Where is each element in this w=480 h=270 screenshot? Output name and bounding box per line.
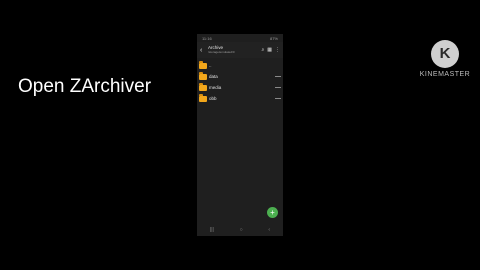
status-battery: 87% bbox=[269, 35, 278, 41]
status-time: 11:16 bbox=[202, 35, 212, 41]
folder-info bbox=[275, 76, 281, 77]
video-caption: Open ZArchiver bbox=[18, 76, 152, 97]
watermark-text: KINEMASTER bbox=[419, 71, 471, 78]
folder-icon bbox=[199, 72, 207, 80]
folder-info bbox=[275, 98, 281, 99]
app-bar: ‹ Archive /storage/emulated/0 ⌕ ▦ ⋮ bbox=[197, 42, 283, 58]
list-item[interactable]: media bbox=[197, 82, 283, 93]
list-item[interactable]: .. bbox=[197, 60, 283, 71]
list-item[interactable]: data bbox=[197, 71, 283, 82]
phone-screen: 11:16 87% ‹ Archive /storage/emulated/0 … bbox=[197, 34, 283, 236]
system-nav-bar: ||| ○ ‹ bbox=[197, 224, 283, 236]
folder-icon bbox=[199, 94, 207, 102]
back-icon[interactable]: ‹ bbox=[268, 227, 270, 233]
add-fab-button[interactable]: + bbox=[267, 207, 278, 218]
folder-icon bbox=[199, 83, 207, 91]
status-bar: 11:16 87% bbox=[197, 34, 283, 42]
more-options-icon[interactable]: ⋮ bbox=[275, 47, 280, 53]
kinemaster-logo-icon: K bbox=[431, 40, 459, 68]
folder-icon bbox=[199, 61, 207, 69]
recent-apps-icon[interactable]: ||| bbox=[210, 227, 214, 233]
back-arrow-icon[interactable]: ‹ bbox=[200, 47, 208, 54]
folder-name: media bbox=[209, 85, 222, 90]
search-icon[interactable]: ⌕ bbox=[261, 47, 264, 53]
kinemaster-logo-letter: K bbox=[439, 45, 451, 62]
file-list: .. data media obb bbox=[197, 60, 283, 104]
folder-name: .. bbox=[209, 63, 212, 68]
app-bar-titles: Archive /storage/emulated/0 bbox=[208, 45, 258, 54]
app-bar-path: /storage/emulated/0 bbox=[208, 50, 235, 54]
folder-info bbox=[275, 87, 281, 88]
list-item[interactable]: obb bbox=[197, 93, 283, 104]
kinemaster-watermark: K KINEMASTER bbox=[418, 40, 472, 78]
folder-name: obb bbox=[209, 96, 217, 101]
grid-view-icon[interactable]: ▦ bbox=[267, 47, 272, 53]
folder-name: data bbox=[209, 74, 218, 79]
home-icon[interactable]: ○ bbox=[240, 227, 243, 233]
